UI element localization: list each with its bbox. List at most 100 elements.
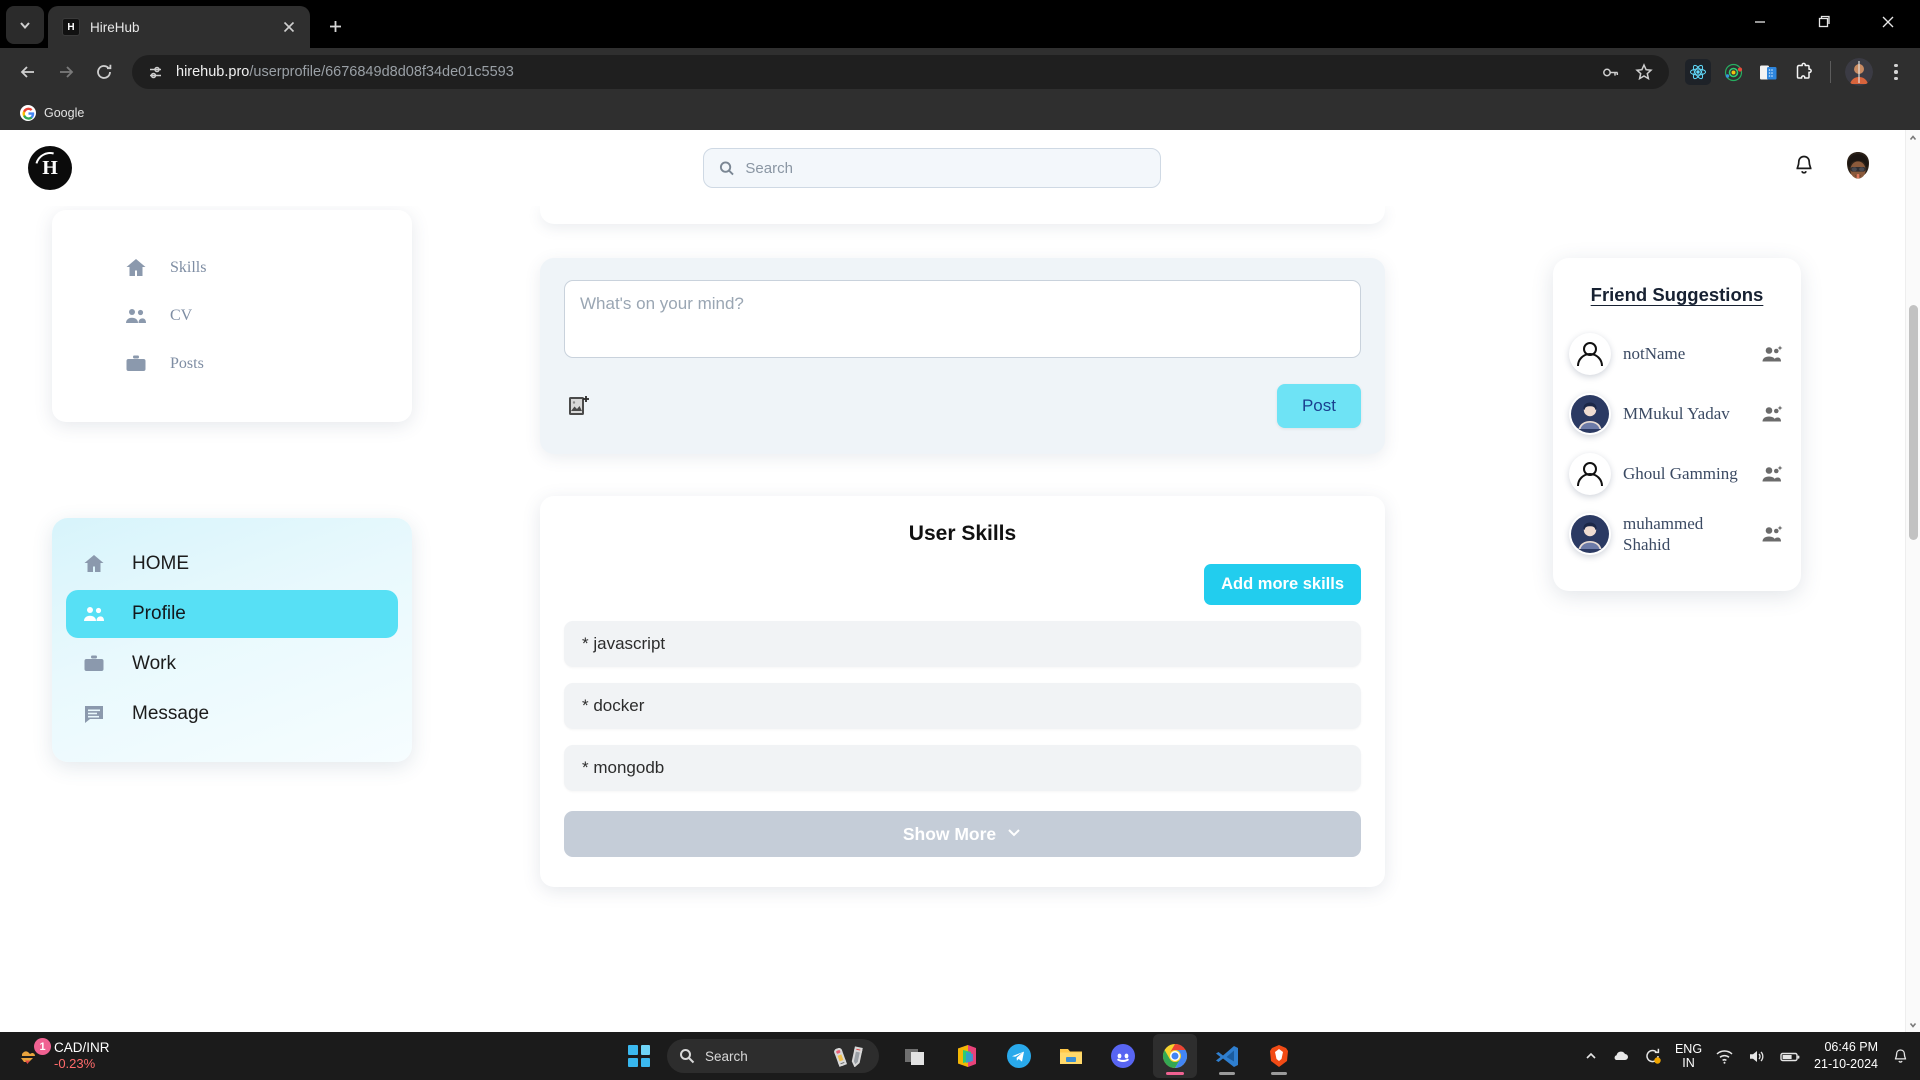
friend-name: muhammed Shahid	[1623, 514, 1704, 555]
address-bar[interactable]: hirehub.pro/userprofile/6676849d8d08f34d…	[132, 55, 1669, 89]
window-controls	[1728, 0, 1920, 44]
skill-item[interactable]: * mongodb	[564, 745, 1361, 791]
task-view-icon[interactable]	[893, 1034, 937, 1078]
notification-bell-icon[interactable]	[1891, 1047, 1910, 1066]
office-icon[interactable]	[945, 1034, 989, 1078]
active-indicator	[1219, 1072, 1235, 1075]
redux-devtools-icon[interactable]	[1720, 59, 1746, 85]
search-highlight-icon	[834, 1046, 863, 1067]
forward-icon[interactable]	[48, 54, 84, 90]
middle-column: Post User Skills Add more skills * javas…	[448, 206, 1477, 887]
scroll-up-icon[interactable]	[1906, 130, 1920, 145]
skills-title: User Skills	[908, 522, 1017, 545]
windows-taskbar: 1 CAD/INR -0.23% Search ENG IN 06:46 PM …	[0, 1032, 1920, 1080]
notification-badge: 1	[34, 1038, 51, 1055]
people-icon	[124, 304, 148, 328]
vscode-icon[interactable]	[1205, 1034, 1249, 1078]
extensions-puzzle-icon[interactable]	[1790, 59, 1816, 85]
skill-item[interactable]: * docker	[564, 683, 1361, 729]
nav-item-label: Profile	[132, 603, 186, 624]
wifi-icon[interactable]	[1715, 1047, 1734, 1066]
friend-name: notName	[1623, 344, 1686, 364]
passkey-icon[interactable]	[1597, 59, 1623, 85]
volume-icon[interactable]	[1747, 1047, 1766, 1066]
sidebar-item-cv[interactable]: CV	[52, 292, 412, 340]
chrome-icon[interactable]	[1153, 1034, 1197, 1078]
nav-item-work[interactable]: Work	[66, 640, 398, 688]
taskbar-search[interactable]: Search	[667, 1039, 879, 1073]
sync-icon[interactable]	[1643, 1047, 1662, 1066]
reload-icon[interactable]	[86, 54, 122, 90]
page-scrollbar[interactable]	[1905, 130, 1920, 1032]
search-box[interactable]	[702, 148, 1161, 188]
add-friend-icon[interactable]	[1759, 341, 1785, 367]
maximize-icon[interactable]	[1792, 0, 1856, 44]
bookmark-star-icon[interactable]	[1631, 59, 1657, 85]
hirehub-logo[interactable]: H	[28, 146, 72, 190]
brave-icon[interactable]	[1257, 1034, 1301, 1078]
cloud-icon[interactable]	[1611, 1047, 1630, 1066]
notification-bell-icon[interactable]	[1791, 153, 1817, 184]
minimize-icon[interactable]	[1728, 0, 1792, 44]
skill-item[interactable]: * javascript	[564, 621, 1361, 667]
add-image-icon[interactable]	[564, 391, 594, 421]
chevron-up-icon[interactable]	[1584, 1049, 1598, 1063]
add-friend-icon[interactable]	[1759, 401, 1785, 427]
language-indicator[interactable]: ENG IN	[1675, 1042, 1702, 1071]
battery-icon[interactable]	[1779, 1047, 1801, 1066]
bookmark-google[interactable]: Google	[12, 101, 92, 125]
clock-time: 06:46 PM	[1824, 1040, 1878, 1055]
close-icon[interactable]	[278, 16, 300, 38]
browser-profile-avatar[interactable]	[1845, 58, 1873, 86]
scroll-down-icon[interactable]	[1906, 1017, 1920, 1032]
post-button[interactable]: Post	[1276, 384, 1361, 428]
taskbar-widget[interactable]: 1 CAD/INR -0.23%	[0, 1038, 430, 1072]
friend-suggestion-item[interactable]: muhammed Shahid	[1569, 504, 1785, 565]
bookmark-label: Google	[44, 106, 85, 120]
new-tab-button[interactable]	[318, 9, 352, 43]
currency-pair: CAD/INR	[54, 1040, 110, 1056]
toolbar-divider	[1830, 61, 1831, 83]
skills-actions: Add more skills	[564, 564, 1361, 605]
discord-icon[interactable]	[1101, 1034, 1145, 1078]
browser-tab[interactable]: H HireHub	[48, 6, 310, 48]
show-more-button[interactable]: Show More	[564, 811, 1361, 857]
windows-logo-icon	[628, 1045, 650, 1067]
post-textarea[interactable]	[564, 280, 1361, 358]
photo-avatar	[1569, 393, 1611, 435]
post-composer: Post	[540, 258, 1385, 454]
file-explorer-icon[interactable]	[1049, 1034, 1093, 1078]
site-settings-icon[interactable]	[144, 61, 166, 83]
nav-item-profile[interactable]: Profile	[66, 590, 398, 638]
friend-suggestion-item[interactable]: MMukul Yadav	[1569, 384, 1785, 444]
tab-search-button[interactable]	[6, 6, 44, 44]
add-friend-icon[interactable]	[1759, 521, 1785, 547]
three-dot-menu-icon[interactable]	[1882, 58, 1910, 86]
device-toolbar-icon[interactable]	[1755, 59, 1781, 85]
active-indicator	[1166, 1072, 1184, 1075]
clock-date: 21-10-2024	[1814, 1057, 1878, 1071]
taskbar-clock[interactable]: 06:46 PM 21-10-2024	[1814, 1039, 1878, 1073]
scrollbar-thumb[interactable]	[1909, 305, 1918, 540]
start-button[interactable]	[619, 1036, 659, 1076]
page-content: H Search Skills CV Posts HOME Profile Wo…	[0, 130, 1905, 1032]
nav-item-label: HOME	[132, 553, 189, 574]
close-window-icon[interactable]	[1856, 0, 1920, 44]
back-icon[interactable]	[10, 54, 46, 90]
friend-suggestion-item[interactable]: notName	[1569, 324, 1785, 384]
add-friend-icon[interactable]	[1759, 461, 1785, 487]
default-avatar-icon	[1569, 333, 1611, 375]
sidebar-item-skills[interactable]: Skills	[52, 244, 412, 292]
telegram-icon[interactable]	[997, 1034, 1041, 1078]
widget-text: CAD/INR -0.23%	[54, 1040, 110, 1072]
user-avatar[interactable]	[1839, 149, 1877, 187]
react-devtools-icon[interactable]	[1685, 59, 1711, 85]
friend-suggestion-item[interactable]: Ghoul Gamming	[1569, 444, 1785, 504]
search-input[interactable]	[745, 159, 1145, 177]
add-more-skills-button[interactable]: Add more skills	[1204, 564, 1361, 605]
sidebar-item-label: Skills	[170, 259, 207, 276]
user-skills-card: User Skills Add more skills * javascript…	[540, 496, 1385, 887]
nav-item-message[interactable]: Message	[66, 690, 398, 738]
nav-item-home[interactable]: HOME	[66, 540, 398, 588]
sidebar-item-posts[interactable]: Posts	[52, 340, 412, 388]
